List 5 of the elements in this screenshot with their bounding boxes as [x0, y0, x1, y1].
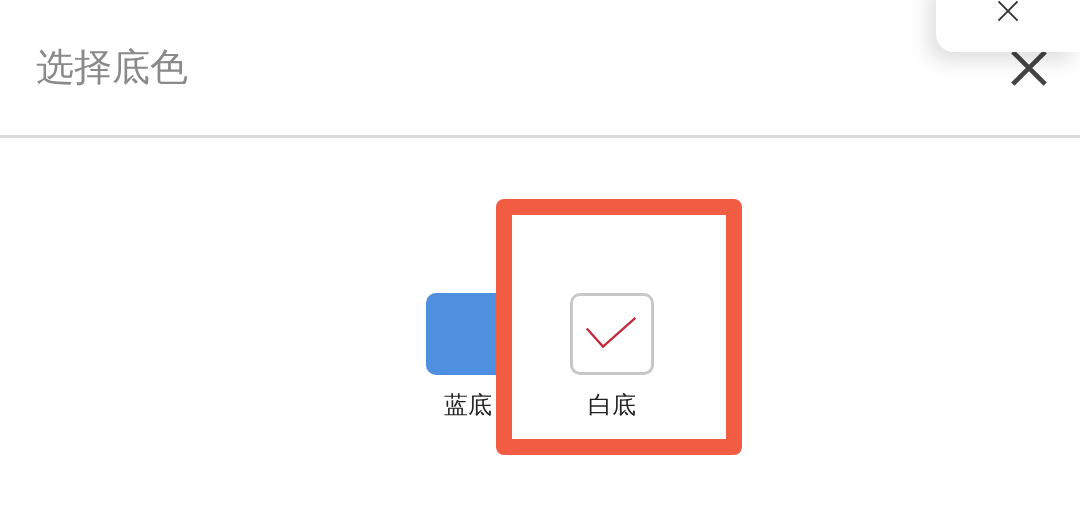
color-swatch[interactable] — [570, 293, 654, 375]
close-icon[interactable] — [996, 0, 1020, 22]
dialog-title: 选择底色 — [36, 44, 188, 91]
option-label: 蓝底 — [444, 390, 492, 421]
option-label: 白底 — [588, 390, 636, 421]
